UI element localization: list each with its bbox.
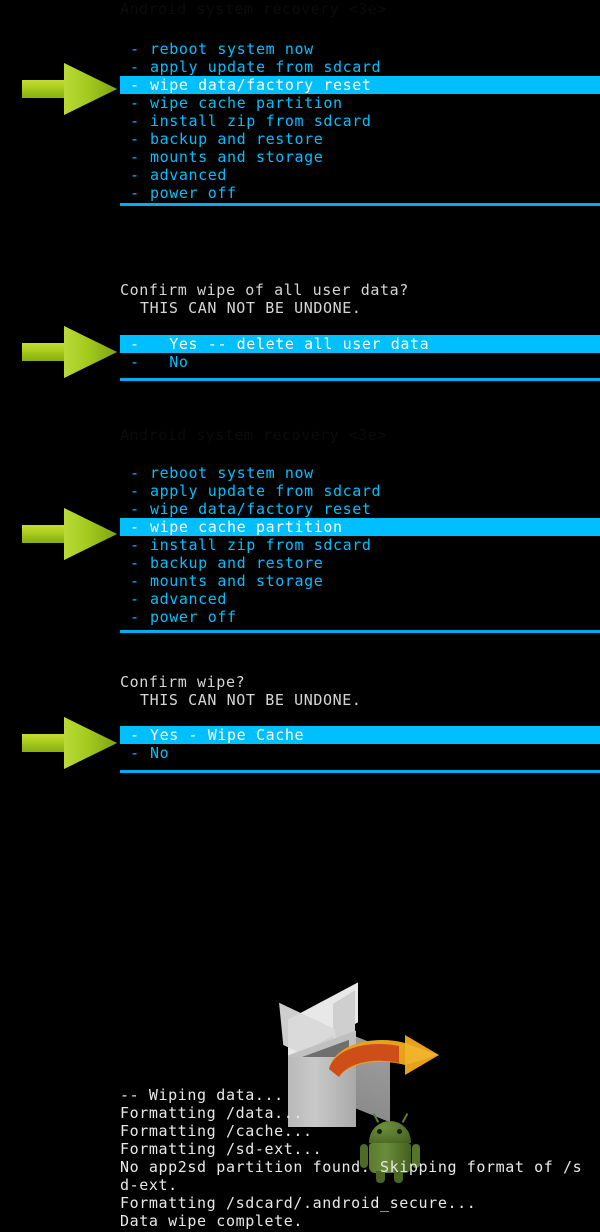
- menu-dash: -: [130, 58, 140, 76]
- menu-item-label: reboot system now: [150, 464, 314, 482]
- menu-dash: -: [130, 94, 140, 112]
- log-line: Formatting /data...: [120, 1104, 303, 1122]
- menu-dash: -: [130, 76, 140, 94]
- recovery-log: -- Wiping data... Formatting /data... Form…: [120, 1086, 600, 1230]
- menu-dash: -: [130, 608, 140, 626]
- menu-dash: -: [130, 40, 140, 58]
- cache-menu-item-advanced[interactable]: - advanced: [0, 590, 600, 608]
- log-line: Formatting /cache...: [120, 1122, 313, 1140]
- menu-dash: -: [130, 166, 140, 184]
- menu-separator-3: [120, 630, 600, 633]
- menu-item-advanced[interactable]: - advanced: [0, 166, 600, 184]
- menu-item-label: power off: [150, 608, 237, 626]
- menu-dash: -: [130, 353, 140, 371]
- menu-dash: -: [130, 148, 140, 166]
- pointer-wipe-cache-icon: [22, 508, 117, 560]
- menu-dash: -: [130, 726, 140, 744]
- option-label: Yes -- delete all user data: [150, 335, 430, 353]
- menu-item-label: install zip from sdcard: [150, 536, 372, 554]
- log-line: Formatting /sdcard/.android_secure...: [120, 1194, 477, 1212]
- menu-item-label: install zip from sdcard: [150, 112, 372, 130]
- menu-item-label: power off: [150, 184, 237, 202]
- confirm-cache-question: Confirm wipe?: [120, 673, 246, 691]
- cache-menu-item-power-off[interactable]: - power off: [0, 608, 600, 626]
- menu-item-label: wipe cache partition: [150, 518, 343, 536]
- menu-item-label: reboot system now: [150, 40, 314, 58]
- arrow-head: [64, 717, 117, 769]
- menu-item-label: mounts and storage: [150, 148, 324, 166]
- menu-dash: -: [130, 130, 140, 148]
- menu-item-label: advanced: [150, 590, 228, 608]
- option-label: No: [150, 353, 189, 371]
- menu-dash: -: [130, 482, 140, 500]
- menu-item-label: apply update from sdcard: [150, 482, 382, 500]
- menu-item-label: advanced: [150, 166, 228, 184]
- menu-dash: -: [130, 744, 140, 762]
- arrow-shaft: [22, 343, 68, 361]
- menu-separator-4: [120, 770, 600, 773]
- recovery-header-top: Android system recovery <3e>: [120, 0, 387, 18]
- log-line: Data wipe complete.: [120, 1212, 303, 1230]
- confirm-data-warning: THIS CAN NOT BE UNDONE.: [140, 299, 362, 317]
- menu-item-label: mounts and storage: [150, 572, 324, 590]
- menu-dash: -: [130, 464, 140, 482]
- pointer-yes-delete-icon: [22, 326, 117, 378]
- arrow-head: [64, 63, 117, 115]
- menu-dash: -: [130, 572, 140, 590]
- menu-item-reboot-system-now[interactable]: - reboot system now: [0, 40, 600, 58]
- menu-item-label: wipe data/factory reset: [150, 76, 372, 94]
- menu-item-wipe-data-factory-reset[interactable]: - wipe data/factory reset: [120, 76, 600, 94]
- menu-item-label: backup and restore: [150, 554, 324, 572]
- menu-separator-1: [120, 203, 600, 206]
- arrow-head: [64, 326, 117, 378]
- arrow-shaft: [22, 80, 68, 98]
- arrow-shaft: [22, 525, 68, 543]
- log-line: Formatting /sd-ext...: [120, 1140, 323, 1158]
- menu-item-mounts-and-storage[interactable]: - mounts and storage: [0, 148, 600, 166]
- arrow-shaft: [22, 734, 68, 752]
- confirm-cache-option-yes-wipe-cache[interactable]: - Yes - Wipe Cache: [120, 726, 600, 744]
- cache-menu-item-wipe-cache-partition[interactable]: - wipe cache partition: [120, 518, 600, 536]
- orange-curved-arrow-icon: [329, 1035, 439, 1077]
- menu-dash: -: [130, 518, 140, 536]
- recovery-header-third: Android system recovery <3e>: [120, 426, 387, 444]
- cache-menu-item-apply-update-from-sdcard[interactable]: - apply update from sdcard: [0, 482, 600, 500]
- option-label: No: [150, 744, 170, 762]
- menu-item-label: backup and restore: [150, 130, 324, 148]
- log-line: d-ext.: [120, 1176, 178, 1194]
- option-label: Yes - Wipe Cache: [150, 726, 305, 744]
- menu-dash: -: [130, 335, 140, 353]
- cache-menu-item-reboot-system-now[interactable]: - reboot system now: [0, 464, 600, 482]
- menu-dash: -: [130, 184, 140, 202]
- menu-item-backup-and-restore[interactable]: - backup and restore: [0, 130, 600, 148]
- menu-separator-2: [120, 378, 600, 381]
- arrow-head: [64, 508, 117, 560]
- confirm-data-option-yes-delete-all-user-data[interactable]: - Yes -- delete all user data: [120, 335, 600, 353]
- log-line: -- Wiping data...: [120, 1086, 284, 1104]
- menu-item-label: wipe cache partition: [150, 94, 343, 112]
- cache-menu-item-mounts-and-storage[interactable]: - mounts and storage: [0, 572, 600, 590]
- confirm-data-question: Confirm wipe of all user data?: [120, 281, 409, 299]
- pointer-yes-wipe-cache-icon: [22, 717, 117, 769]
- pointer-wipe-data-icon: [22, 63, 117, 115]
- menu-item-label: wipe data/factory reset: [150, 500, 372, 518]
- menu-item-power-off[interactable]: - power off: [0, 184, 600, 202]
- confirm-cache-warning: THIS CAN NOT BE UNDONE.: [140, 691, 362, 709]
- menu-item-label: apply update from sdcard: [150, 58, 382, 76]
- menu-dash: -: [130, 112, 140, 130]
- menu-dash: -: [130, 500, 140, 518]
- log-line: No app2sd partition found. Skipping form…: [120, 1158, 583, 1176]
- menu-dash: -: [130, 554, 140, 572]
- menu-dash: -: [130, 590, 140, 608]
- menu-dash: -: [130, 536, 140, 554]
